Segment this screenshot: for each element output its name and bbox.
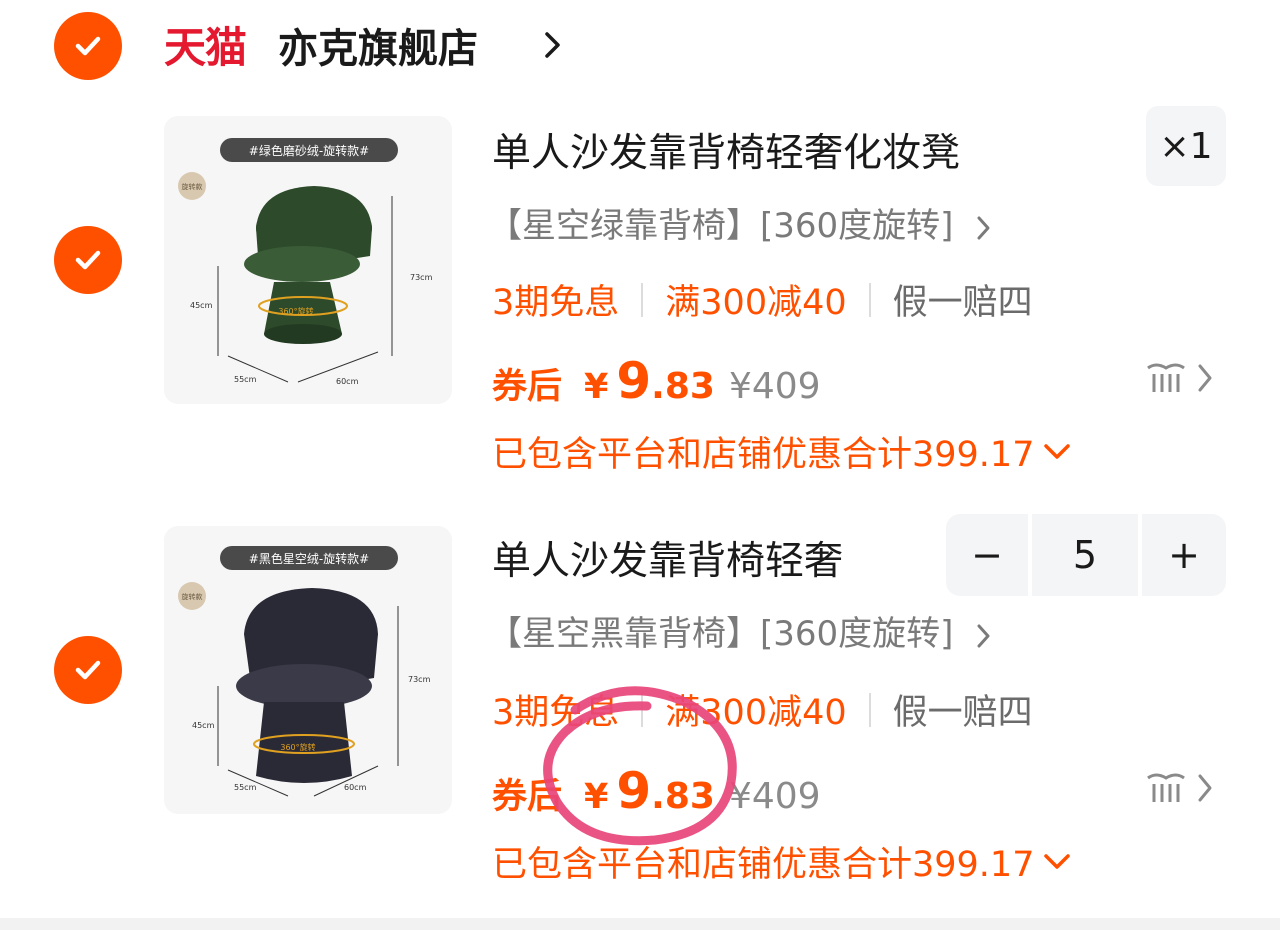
chevron-right-icon xyxy=(977,624,990,647)
chevron-right-icon xyxy=(977,216,990,239)
quantity-stepper: − 5 + xyxy=(946,514,1226,596)
check-icon xyxy=(75,660,101,680)
item-select-checkbox[interactable] xyxy=(54,636,122,704)
similar-items-icon xyxy=(1147,363,1212,392)
sku-selector[interactable]: 【星空黑靠背椅】[360度旋转] xyxy=(488,606,994,655)
check-icon xyxy=(75,36,101,56)
currency-symbol: ¥ xyxy=(584,367,609,407)
divider xyxy=(641,692,644,727)
similar-items-icon xyxy=(1147,773,1212,802)
shop-select-checkbox[interactable] xyxy=(54,12,122,80)
image-tag-text: #黑色星空绒-旋转款# xyxy=(249,551,369,566)
quantity-badge[interactable]: ×1 xyxy=(1146,106,1226,186)
promo-installment: 3期免息 xyxy=(492,283,620,323)
image-tag-text: #绿色磨砂绒-旋转款# xyxy=(249,143,369,158)
price-row: 券后 ¥ 9 .83 ¥409 xyxy=(492,352,821,410)
item-select-checkbox[interactable] xyxy=(54,226,122,294)
price-integer: 9 xyxy=(616,762,652,820)
dim-width: 60cm xyxy=(336,377,359,386)
coupon-label: 券后 xyxy=(492,367,563,407)
sku-selector[interactable]: 【星空绿靠背椅】[360度旋转] xyxy=(488,198,994,247)
sku-text: 【星空绿靠背椅】[360度旋转] xyxy=(488,206,954,246)
check-icon xyxy=(75,250,101,270)
divider xyxy=(868,692,871,727)
chevron-right-icon[interactable] xyxy=(542,28,564,62)
promo-guarantee: 假一赔四 xyxy=(892,283,1033,323)
promo-tags: 3期免息 满300减40 假一赔四 xyxy=(492,274,1033,325)
bottom-divider xyxy=(0,918,1280,930)
promo-installment: 3期免息 xyxy=(492,693,620,733)
discount-breakdown[interactable]: 已包含平台和店铺优惠合计399.17 xyxy=(492,426,1072,477)
shop-name[interactable]: 亦克旗舰店 xyxy=(278,16,478,74)
product-image[interactable]: #黑色星空绒-旋转款# 旋转款 360°旋转 73cm 45cm 55cm 60… xyxy=(164,526,452,814)
chevron-down-icon xyxy=(1044,443,1071,459)
discount-text: 已包含平台和店铺优惠合计399.17 xyxy=(492,435,1035,475)
item-title[interactable]: 单人沙发靠背椅轻奢化妆凳 xyxy=(492,122,960,178)
dim-width: 60cm xyxy=(344,783,367,792)
rotate-label: 360°旋转 xyxy=(280,742,315,752)
similar-items-button[interactable] xyxy=(1146,358,1216,398)
dim-seat: 45cm xyxy=(190,301,213,310)
dim-height: 73cm xyxy=(410,273,433,282)
image-badge-text: 旋转款 xyxy=(182,592,203,601)
increase-quantity-button[interactable]: + xyxy=(1142,514,1226,596)
price-decimal: .83 xyxy=(651,366,715,407)
price-integer: 9 xyxy=(616,352,652,410)
rotate-label: 360°旋转 xyxy=(278,306,313,316)
similar-items-button[interactable] xyxy=(1146,768,1216,808)
promo-discount: 满300减40 xyxy=(665,283,847,323)
sku-text: 【星空黑靠背椅】[360度旋转] xyxy=(488,614,954,654)
original-price: ¥409 xyxy=(728,776,821,817)
decrease-quantity-button[interactable]: − xyxy=(946,514,1028,596)
product-image[interactable]: #绿色磨砂绒-旋转款# 旋转款 360°旋转 73cm 45cm 55cm 60… xyxy=(164,116,452,404)
price-decimal: .83 xyxy=(651,776,715,817)
image-badge-text: 旋转款 xyxy=(182,182,203,191)
promo-discount: 满300减40 xyxy=(665,693,847,733)
currency-symbol: ¥ xyxy=(584,777,609,817)
dim-height: 73cm xyxy=(408,675,431,684)
discount-text: 已包含平台和店铺优惠合计399.17 xyxy=(492,845,1035,885)
promo-guarantee: 假一赔四 xyxy=(892,693,1033,733)
divider xyxy=(868,282,871,317)
tmall-logo: 天猫 xyxy=(164,23,247,72)
discount-breakdown[interactable]: 已包含平台和店铺优惠合计399.17 xyxy=(492,836,1072,887)
original-price: ¥409 xyxy=(728,366,821,407)
price-row: 券后 ¥ 9 .83 ¥409 xyxy=(492,762,821,820)
dim-depth: 55cm xyxy=(234,375,257,384)
dim-seat: 45cm xyxy=(192,721,215,730)
divider xyxy=(641,282,644,317)
promo-tags: 3期免息 满300减40 假一赔四 xyxy=(492,684,1033,735)
chevron-down-icon xyxy=(1044,853,1071,869)
shop-header: 天猫 亦克旗舰店 xyxy=(0,0,1280,92)
dim-depth: 55cm xyxy=(234,783,257,792)
item-title[interactable]: 单人沙发靠背椅轻奢 xyxy=(492,530,843,586)
coupon-label: 券后 xyxy=(492,777,563,817)
quantity-input[interactable]: 5 xyxy=(1032,514,1138,596)
